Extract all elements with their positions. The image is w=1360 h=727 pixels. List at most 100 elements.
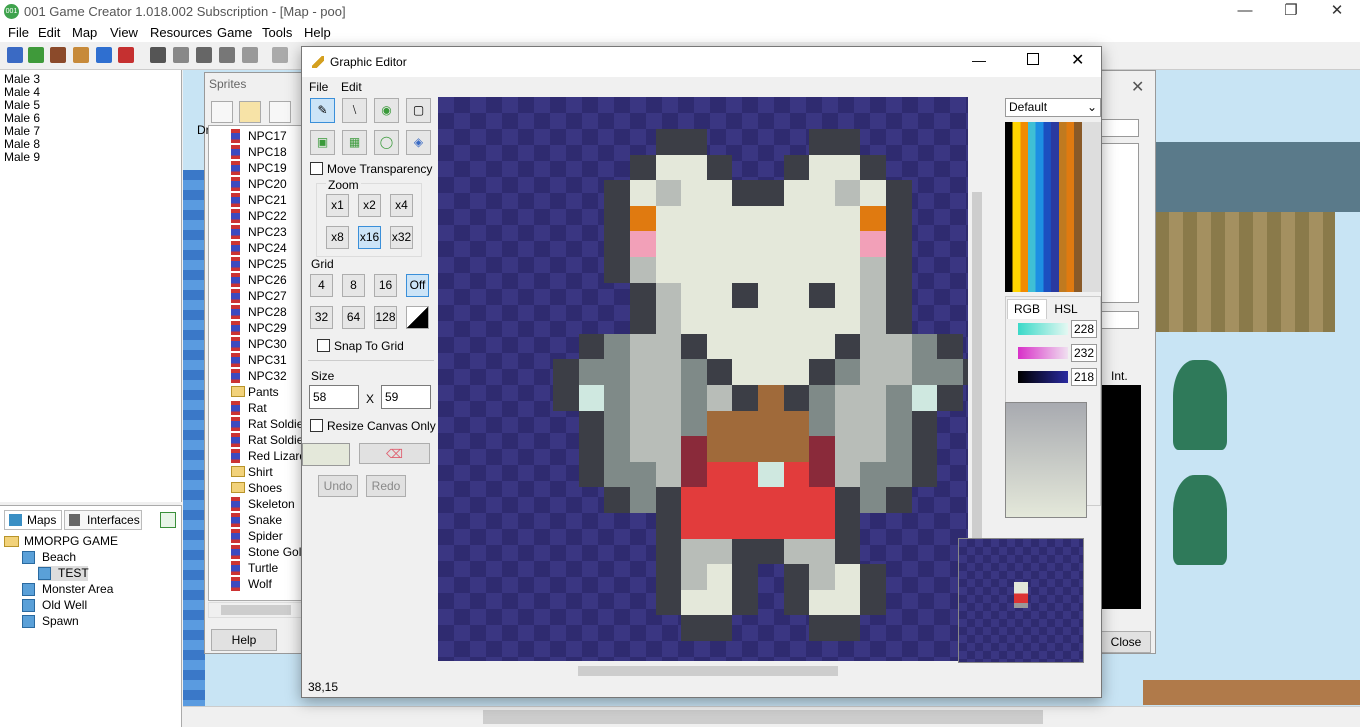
- sprite-item[interactable]: Rat Soldier: [231, 416, 303, 432]
- map-horizontal-scrollbar[interactable]: [183, 706, 1360, 727]
- undo-button[interactable]: Undo: [318, 475, 358, 497]
- grid-16-button[interactable]: 16: [374, 274, 397, 297]
- sprite-item[interactable]: NPC21: [231, 192, 303, 208]
- zoom-x16-button[interactable]: x16: [358, 226, 381, 249]
- tab-maps[interactable]: Maps: [4, 510, 62, 530]
- menu-resources[interactable]: Resources: [150, 25, 212, 40]
- music-icon[interactable]: [96, 47, 112, 63]
- grid-32-button[interactable]: 32: [310, 306, 333, 329]
- list-icon[interactable]: [196, 47, 212, 63]
- grid-64-button[interactable]: 64: [342, 306, 365, 329]
- dialog-close-icon[interactable]: ✕: [1131, 77, 1144, 97]
- menu-file[interactable]: File: [8, 25, 29, 40]
- grid-8-button[interactable]: 8: [342, 274, 365, 297]
- sprite-item[interactable]: Rat: [231, 400, 303, 416]
- sprite-item[interactable]: Skeleton: [231, 496, 303, 512]
- close-icon[interactable]: ✕: [1071, 50, 1084, 70]
- snap-to-grid-checkbox[interactable]: [317, 339, 330, 352]
- sprite-item[interactable]: NPC19: [231, 160, 303, 176]
- close-button[interactable]: Close: [1101, 631, 1151, 653]
- scroll-thumb[interactable]: [972, 192, 982, 542]
- party-icon[interactable]: [150, 47, 166, 63]
- color-palette[interactable]: [1005, 122, 1101, 292]
- sprite-item[interactable]: Snake: [231, 512, 303, 528]
- palette-dropdown[interactable]: Default ⌄: [1005, 98, 1101, 117]
- tab-rgb[interactable]: RGB: [1007, 299, 1047, 319]
- primary-color-swatch[interactable]: [302, 443, 350, 466]
- list-item[interactable]: Male 9: [4, 151, 40, 164]
- eraser-button[interactable]: ⌫: [359, 443, 430, 464]
- sprite-item[interactable]: NPC32: [231, 368, 303, 384]
- sprite-tree[interactable]: NPC17 NPC18 NPC19 NPC20 NPC21 NPC22 NPC23 NPC24…: [208, 125, 304, 601]
- blue-value[interactable]: 218: [1071, 368, 1097, 386]
- editor-menu-file[interactable]: File: [309, 80, 328, 94]
- resize-canvas-only-checkbox[interactable]: [310, 419, 323, 432]
- grid-4-button[interactable]: 4: [310, 274, 333, 297]
- filled-rectangle-tool-icon[interactable]: ▦: [342, 130, 367, 155]
- bag-icon[interactable]: [73, 47, 89, 63]
- sprite-item[interactable]: Wolf: [231, 576, 303, 592]
- help-button[interactable]: Help: [211, 629, 277, 651]
- dialog-input[interactable]: [1101, 119, 1139, 137]
- sprite-item[interactable]: Red Lizard: [231, 448, 303, 464]
- canvas-horizontal-scrollbar[interactable]: [438, 664, 968, 678]
- sprite-item[interactable]: Rat Soldier: [231, 432, 303, 448]
- zoom-x32-button[interactable]: x32: [390, 226, 413, 249]
- select-tool-icon[interactable]: ▢: [406, 98, 431, 123]
- pixel-canvas[interactable]: [438, 97, 968, 661]
- folder-item[interactable]: Shirt: [231, 464, 303, 480]
- zoom-x4-button[interactable]: x4: [390, 194, 413, 217]
- bucket-fill-tool-icon[interactable]: ◈: [406, 130, 431, 155]
- tab-interfaces[interactable]: Interfaces: [64, 510, 142, 530]
- sprite-item[interactable]: NPC20: [231, 176, 303, 192]
- tree-item-selected[interactable]: TEST: [38, 566, 89, 581]
- minimize-icon[interactable]: —: [972, 52, 986, 68]
- green-slider[interactable]: [1018, 347, 1068, 359]
- person-icon[interactable]: [173, 47, 189, 63]
- restore-icon[interactable]: ❐: [1268, 0, 1314, 24]
- menu-view[interactable]: View: [110, 25, 138, 40]
- grid-128-button[interactable]: 128: [374, 306, 397, 329]
- width-input[interactable]: 58: [309, 385, 359, 409]
- add-map-icon[interactable]: [160, 512, 176, 528]
- gears-icon[interactable]: [219, 47, 235, 63]
- maximize-icon[interactable]: [1027, 53, 1039, 65]
- open-folder-icon[interactable]: [239, 101, 261, 123]
- sprite-item[interactable]: NPC23: [231, 224, 303, 240]
- sprite-item[interactable]: NPC22: [231, 208, 303, 224]
- scroll-thumb[interactable]: [221, 605, 291, 615]
- new-sprite-icon[interactable]: [211, 101, 233, 123]
- editor-menu-edit[interactable]: Edit: [341, 80, 362, 94]
- move-transparency-checkbox[interactable]: [310, 162, 323, 175]
- menu-tools[interactable]: Tools: [262, 25, 292, 40]
- font-icon[interactable]: [118, 47, 134, 63]
- sprite-item[interactable]: Turtle: [231, 560, 303, 576]
- sprite-item[interactable]: Stone Gole: [231, 544, 303, 560]
- sprite-item[interactable]: Spider: [231, 528, 303, 544]
- sprite-item[interactable]: NPC24: [231, 240, 303, 256]
- folder-item[interactable]: Shoes: [231, 480, 303, 496]
- sprite-item[interactable]: NPC17: [231, 128, 303, 144]
- scroll-thumb[interactable]: [578, 666, 838, 676]
- circle-tool-icon[interactable]: ◯: [374, 130, 399, 155]
- folder-item[interactable]: Pants: [231, 384, 303, 400]
- blue-slider[interactable]: [1018, 371, 1068, 383]
- line-tool-icon[interactable]: ⧵: [342, 98, 367, 123]
- grid-off-button[interactable]: Off: [406, 274, 429, 297]
- red-slider[interactable]: [1018, 323, 1068, 335]
- sprite-item[interactable]: NPC26: [231, 272, 303, 288]
- copy-icon[interactable]: [269, 101, 291, 123]
- zoom-x1-button[interactable]: x1: [326, 194, 349, 217]
- redo-button[interactable]: Redo: [366, 475, 406, 497]
- sprite-item[interactable]: NPC31: [231, 352, 303, 368]
- tab-hsl[interactable]: HSL: [1047, 301, 1085, 319]
- menu-edit[interactable]: Edit: [38, 25, 60, 40]
- dialog-dropdown[interactable]: [1101, 311, 1139, 329]
- red-value[interactable]: 228: [1071, 320, 1097, 338]
- menu-map[interactable]: Map: [72, 25, 97, 40]
- sprite-item[interactable]: NPC30: [231, 336, 303, 352]
- zoom-x2-button[interactable]: x2: [358, 194, 381, 217]
- color-gradient-picker[interactable]: [1005, 402, 1087, 518]
- minimize-icon[interactable]: —: [1222, 0, 1268, 24]
- character-icon[interactable]: [7, 47, 23, 63]
